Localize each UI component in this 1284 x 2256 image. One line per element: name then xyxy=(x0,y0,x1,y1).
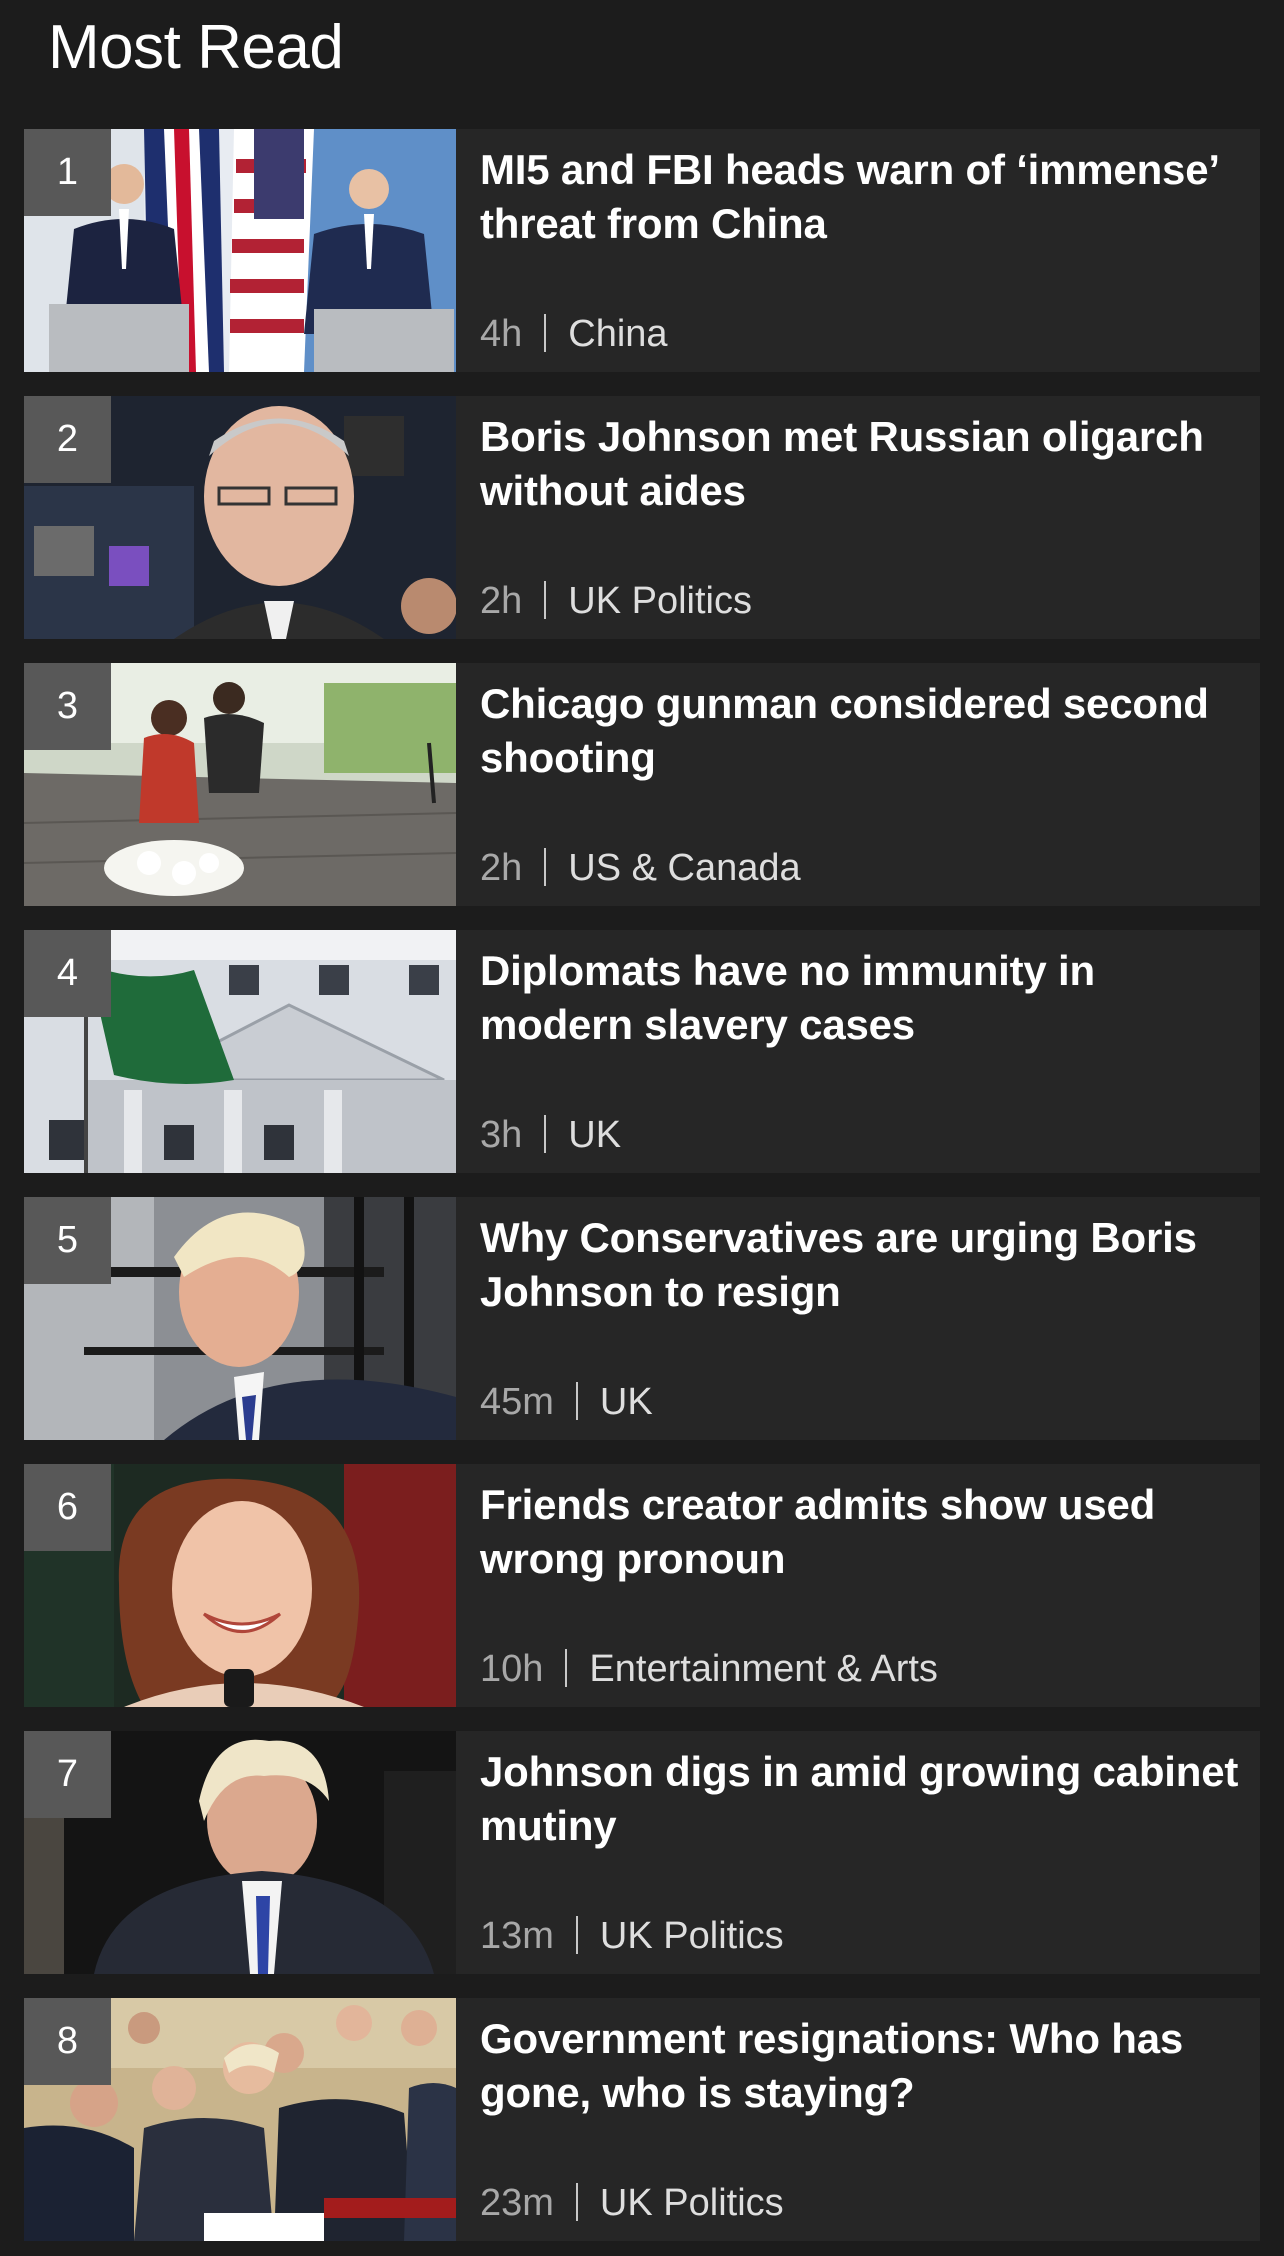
rank-badge: 5 xyxy=(24,1197,111,1284)
meta-divider xyxy=(565,1649,568,1687)
story-topic[interactable]: UK Politics xyxy=(600,2182,784,2224)
list-item[interactable]: 4 Diplomats have no immunity in modern s… xyxy=(24,930,1260,1173)
story-topic[interactable]: US & Canada xyxy=(568,847,800,889)
story-headline[interactable]: Why Conservatives are urging Boris Johns… xyxy=(480,1211,1240,1319)
list-item[interactable]: 5 Why Conservatives are urging Boris Joh… xyxy=(24,1197,1260,1440)
list-item[interactable]: 2 Boris Johnson met Russian oligarch wit… xyxy=(24,396,1260,639)
story-age: 45m xyxy=(480,1381,554,1423)
list-item[interactable]: 3 Chicago gunman considered second shoot… xyxy=(24,663,1260,906)
meta-divider xyxy=(575,2183,578,2221)
story-headline[interactable]: Chicago gunman considered second shootin… xyxy=(480,677,1240,785)
story-headline[interactable]: MI5 and FBI heads warn of ‘immense’ thre… xyxy=(480,143,1240,251)
story-headline[interactable]: Johnson digs in amid growing cabinet mut… xyxy=(480,1745,1240,1853)
rank-badge: 3 xyxy=(24,663,111,750)
list-item[interactable]: 7 Johnson digs in amid growing cabinet m… xyxy=(24,1731,1260,1974)
story-topic[interactable]: China xyxy=(568,313,667,355)
most-read-section: Most Read 1 MI5 and FBI heads warn of ‘i… xyxy=(0,0,1284,2256)
meta-divider xyxy=(544,581,547,619)
list-item[interactable]: 1 MI5 and FBI heads warn of ‘immense’ th… xyxy=(24,129,1260,372)
story-topic[interactable]: UK xyxy=(600,1381,653,1423)
story-thumbnail: 1 xyxy=(24,129,456,372)
story-meta: 10h Entertainment & Arts xyxy=(480,1646,938,1692)
story-meta: 4h China xyxy=(480,311,668,357)
story-meta: 45m UK xyxy=(480,1379,653,1425)
story-headline[interactable]: Friends creator admits show used wrong p… xyxy=(480,1478,1240,1586)
story-thumbnail: 4 xyxy=(24,930,456,1173)
story-topic[interactable]: Entertainment & Arts xyxy=(589,1648,938,1690)
story-thumbnail: 5 xyxy=(24,1197,456,1440)
story-meta: 2h US & Canada xyxy=(480,845,801,891)
rank-badge: 7 xyxy=(24,1731,111,1818)
rank-badge: 2 xyxy=(24,396,111,483)
section-title: Most Read xyxy=(48,13,344,82)
story-thumbnail: 7 xyxy=(24,1731,456,1974)
rank-badge: 4 xyxy=(24,930,111,1017)
list-item[interactable]: 8 Government resignations: Who has gone,… xyxy=(24,1998,1260,2241)
rank-badge: 6 xyxy=(24,1464,111,1551)
story-topic[interactable]: UK Politics xyxy=(600,1915,784,1957)
meta-divider xyxy=(544,1115,547,1153)
story-headline[interactable]: Government resignations: Who has gone, w… xyxy=(480,2012,1240,2120)
story-age: 2h xyxy=(480,580,523,622)
story-thumbnail: 8 xyxy=(24,1998,456,2241)
story-age: 2h xyxy=(480,847,523,889)
story-meta: 3h UK xyxy=(480,1112,621,1158)
story-thumbnail: 2 xyxy=(24,396,456,639)
story-meta: 23m UK Politics xyxy=(480,2180,784,2226)
meta-divider xyxy=(544,848,547,886)
list-item[interactable]: 6 Friends creator admits show used wrong… xyxy=(24,1464,1260,1707)
rank-badge: 1 xyxy=(24,129,111,216)
story-age: 23m xyxy=(480,2182,554,2224)
story-age: 4h xyxy=(480,313,523,355)
story-age: 10h xyxy=(480,1648,544,1690)
story-headline[interactable]: Boris Johnson met Russian oligarch witho… xyxy=(480,410,1240,518)
rank-badge: 8 xyxy=(24,1998,111,2085)
meta-divider xyxy=(575,1382,578,1420)
story-headline[interactable]: Diplomats have no immunity in modern sla… xyxy=(480,944,1240,1052)
story-age: 13m xyxy=(480,1915,554,1957)
story-topic[interactable]: UK Politics xyxy=(568,580,752,622)
meta-divider xyxy=(544,314,547,352)
story-thumbnail: 6 xyxy=(24,1464,456,1707)
story-age: 3h xyxy=(480,1114,523,1156)
story-thumbnail: 3 xyxy=(24,663,456,906)
story-topic[interactable]: UK xyxy=(568,1114,621,1156)
story-meta: 2h UK Politics xyxy=(480,578,752,624)
meta-divider xyxy=(575,1916,578,1954)
most-read-list: 1 MI5 and FBI heads warn of ‘immense’ th… xyxy=(24,129,1260,2256)
story-meta: 13m UK Politics xyxy=(480,1913,784,1959)
